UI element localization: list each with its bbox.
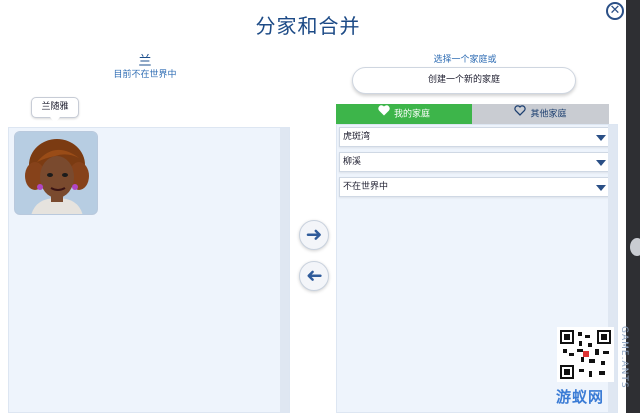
select-household-label: 选择一个家庭或	[433, 55, 497, 65]
create-household-button[interactable]: 创建一个新的家庭	[352, 67, 576, 94]
watermark-site-name: 游蚁网	[556, 388, 605, 406]
left-household-panel	[8, 127, 290, 413]
tab-label: 我的家庭	[393, 109, 430, 120]
tab-my-households[interactable]: 我的家庭	[336, 104, 472, 124]
arrow-right-icon: ➜	[305, 222, 323, 246]
tab-label: 其他家庭	[530, 109, 567, 120]
move-right-button[interactable]: ➜	[299, 220, 329, 250]
watermark-site-en: GAME.ANTS	[619, 326, 629, 389]
left-panel-scrollbar[interactable]	[280, 128, 289, 412]
close-icon: ✕	[609, 3, 621, 18]
chevron-down-icon	[596, 135, 606, 141]
close-button[interactable]: ✕	[606, 2, 624, 20]
scroll-knob[interactable]	[630, 238, 640, 256]
household-row-label: 虎斑湾	[343, 132, 371, 142]
household-row[interactable]: 虎斑湾	[339, 127, 611, 147]
tab-other-households[interactable]: 其他家庭	[472, 104, 609, 124]
arrow-left-icon: ➜	[305, 263, 323, 287]
sim-name-tag: 兰随雅	[31, 97, 79, 123]
household-row-label: 不在世界中	[343, 182, 389, 192]
move-left-button[interactable]: ➜	[299, 261, 329, 291]
sim-portrait[interactable]	[14, 131, 98, 215]
sim-avatar-icon	[15, 132, 97, 214]
dialog-title: 分家和合并	[255, 14, 361, 38]
household-row[interactable]: 柳溪	[339, 152, 611, 172]
chevron-down-icon	[596, 160, 606, 166]
qr-code-icon	[559, 329, 612, 380]
chevron-down-icon	[596, 185, 606, 191]
household-row-label: 柳溪	[343, 157, 362, 167]
watermark-qr-code	[557, 327, 614, 382]
household-status: 目前不在世界中	[113, 70, 177, 80]
heart-outline-icon	[514, 104, 527, 124]
heart-filled-icon	[378, 104, 390, 124]
household-row[interactable]: 不在世界中	[339, 177, 611, 197]
